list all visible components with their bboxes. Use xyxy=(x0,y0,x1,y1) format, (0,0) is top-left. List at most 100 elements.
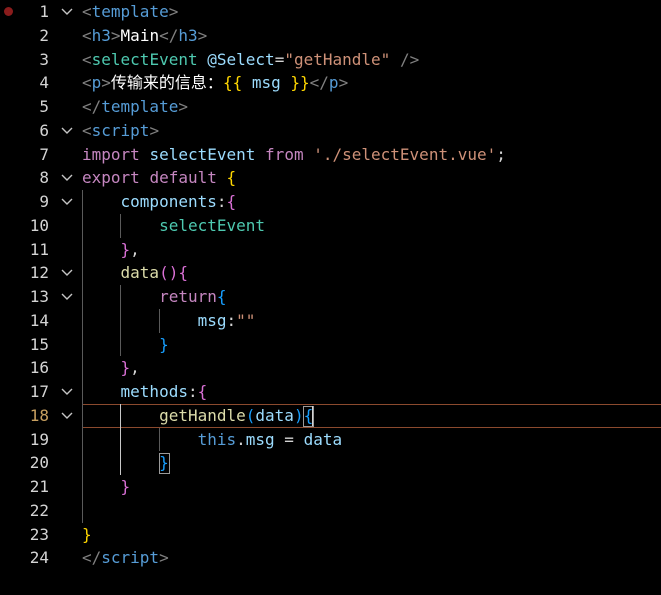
code-token: { xyxy=(226,192,237,211)
code-line[interactable]: 7 import selectEvent from './selectEvent.… xyxy=(0,143,661,167)
code-line[interactable]: 22 xyxy=(0,499,661,523)
line-number: 21 xyxy=(29,477,49,496)
code-text: methods:{ xyxy=(82,380,208,404)
code-token: > xyxy=(159,548,169,568)
fold-chevron-icon[interactable] xyxy=(60,171,74,185)
code-text: } xyxy=(82,333,169,357)
code-token: : xyxy=(216,192,227,211)
code-token: selectEvent xyxy=(91,49,198,69)
fold-chevron-icon[interactable] xyxy=(60,385,74,399)
code-line[interactable]: 23} xyxy=(0,523,661,547)
code-token: } xyxy=(159,334,169,354)
code-text: return{ xyxy=(82,285,226,309)
code-text: export default { xyxy=(82,166,236,190)
code-line[interactable]: 18 getHandle(data){ xyxy=(0,403,661,428)
code-line[interactable]: 15 } xyxy=(0,333,661,357)
code-token: script xyxy=(91,120,150,140)
code-token: './selectEvent.vue' xyxy=(313,144,497,164)
code-line[interactable]: 3 <selectEvent @Select="getHandle" /> xyxy=(0,48,661,72)
line-number: 5 xyxy=(39,97,49,116)
code-token: p xyxy=(91,73,102,93)
code-token: < xyxy=(82,25,92,45)
code-token: () xyxy=(159,263,179,283)
code-token: < xyxy=(82,2,92,21)
code-text: }, xyxy=(82,238,140,262)
code-token: methods xyxy=(120,382,188,401)
code-token: "" xyxy=(236,310,256,330)
code-token: {{ xyxy=(222,73,243,93)
indent-guide xyxy=(158,308,160,333)
code-text: <template> xyxy=(82,0,178,24)
code-line[interactable]: 2 <h3>Main</h3> xyxy=(0,24,661,48)
code-line[interactable]: 4 <p>传输来的信息：{{ msg }}</p> xyxy=(0,71,661,95)
code-line[interactable]: 16 }, xyxy=(0,356,661,380)
code-token: "getHandle" xyxy=(284,49,391,69)
code-line[interactable]: 6 <script> xyxy=(0,119,661,143)
fold-chevron-icon[interactable] xyxy=(60,266,74,280)
code-line[interactable]: 5 </template> xyxy=(0,95,661,119)
fold-chevron-icon[interactable] xyxy=(60,409,74,423)
code-token: p xyxy=(328,73,339,93)
code-line[interactable]: 8 export default { xyxy=(0,166,661,190)
code-line[interactable]: 24 </script> xyxy=(0,546,661,570)
code-token: Main xyxy=(120,25,160,45)
line-number: 14 xyxy=(29,310,49,330)
code-token: h3 xyxy=(91,25,111,45)
code-token: , xyxy=(130,239,140,259)
code-token: > xyxy=(110,25,121,45)
line-number: 17 xyxy=(29,382,49,401)
code-token: > xyxy=(197,25,208,45)
code-token: > xyxy=(149,120,160,140)
code-text: <script> xyxy=(82,119,159,143)
code-line[interactable]: 13 return{ xyxy=(0,285,661,309)
line-number: 9 xyxy=(39,192,49,211)
code-text: getHandle(data){ xyxy=(82,404,313,428)
fold-chevron-icon[interactable] xyxy=(60,5,74,19)
code-token: { xyxy=(226,168,237,188)
code-token: import xyxy=(82,144,140,164)
code-token: export xyxy=(82,168,140,188)
fold-chevron-icon[interactable] xyxy=(60,195,74,209)
line-number: 16 xyxy=(29,358,49,378)
line-number: 11 xyxy=(29,239,49,259)
code-line[interactable]: 19 this.msg = data xyxy=(0,428,661,452)
code-token: getHandle xyxy=(159,405,246,425)
code-token: : xyxy=(187,382,198,401)
fold-chevron-icon[interactable] xyxy=(60,290,74,304)
code-token: script xyxy=(101,548,160,568)
code-text: <p>传输来的信息：{{ msg }}</p> xyxy=(82,71,348,95)
code-line[interactable]: 20 } xyxy=(0,451,661,475)
code-line[interactable]: 11 }, xyxy=(0,238,661,262)
code-line[interactable]: 21 } xyxy=(0,475,661,499)
code-text: </script> xyxy=(82,546,169,570)
line-number: 15 xyxy=(29,334,49,354)
bracket-match-box xyxy=(158,453,171,475)
line-number: 19 xyxy=(29,429,49,449)
code-line[interactable]: 1 <template> xyxy=(0,0,661,24)
code-text: import selectEvent from './selectEvent.v… xyxy=(82,143,506,167)
code-text: } xyxy=(82,523,92,547)
line-number: 10 xyxy=(29,215,49,235)
code-token: : xyxy=(226,310,237,330)
code-line[interactable]: 10 selectEvent xyxy=(0,214,661,238)
line-number: 20 xyxy=(29,453,49,473)
code-token: @Select xyxy=(207,49,275,69)
code-token: template xyxy=(91,2,169,21)
line-number: 23 xyxy=(29,524,49,544)
code-token: < xyxy=(82,49,92,69)
code-line[interactable]: 17 methods:{ xyxy=(0,380,661,404)
code-text: </template> xyxy=(82,95,188,119)
code-token: { xyxy=(197,382,208,401)
code-line[interactable]: 14 msg:"" xyxy=(0,309,661,333)
code-line[interactable]: 9 components:{ xyxy=(0,190,661,214)
code-editor[interactable]: 1 <template> 2 <h3>Main</h3> 3 <selectEvent @… xyxy=(0,0,661,595)
code-token: </ xyxy=(309,73,329,93)
fold-chevron-icon[interactable] xyxy=(60,124,74,138)
code-line[interactable]: 12 data(){ xyxy=(0,261,661,285)
